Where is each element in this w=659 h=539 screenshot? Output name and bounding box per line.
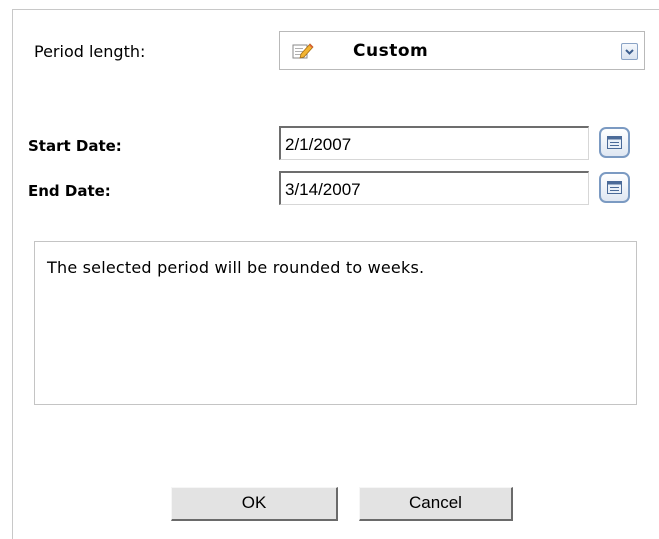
start-date-calendar-button[interactable] xyxy=(599,127,630,158)
calendar-icon xyxy=(607,181,622,194)
dialog-top-border xyxy=(12,9,659,10)
end-date-label: End Date: xyxy=(28,182,111,200)
calendar-icon xyxy=(607,136,622,149)
info-message-box: The selected period will be rounded to w… xyxy=(34,241,637,405)
period-dialog: Period length: Custom Start Date: 2/1/20… xyxy=(0,0,659,539)
period-length-value: Custom xyxy=(353,41,429,61)
dialog-left-border xyxy=(12,9,13,539)
end-date-input[interactable]: 3/14/2007 xyxy=(279,171,589,205)
pencil-icon xyxy=(292,42,314,60)
period-length-label: Period length: xyxy=(34,42,146,61)
cancel-button[interactable]: Cancel xyxy=(359,487,513,521)
start-date-label: Start Date: xyxy=(28,137,122,155)
start-date-input[interactable]: 2/1/2007 xyxy=(279,126,589,160)
end-date-calendar-button[interactable] xyxy=(599,172,630,203)
info-message-text: The selected period will be rounded to w… xyxy=(47,258,425,277)
period-length-select[interactable]: Custom xyxy=(279,31,645,70)
ok-button[interactable]: OK xyxy=(171,487,338,521)
chevron-down-icon[interactable] xyxy=(621,43,638,60)
